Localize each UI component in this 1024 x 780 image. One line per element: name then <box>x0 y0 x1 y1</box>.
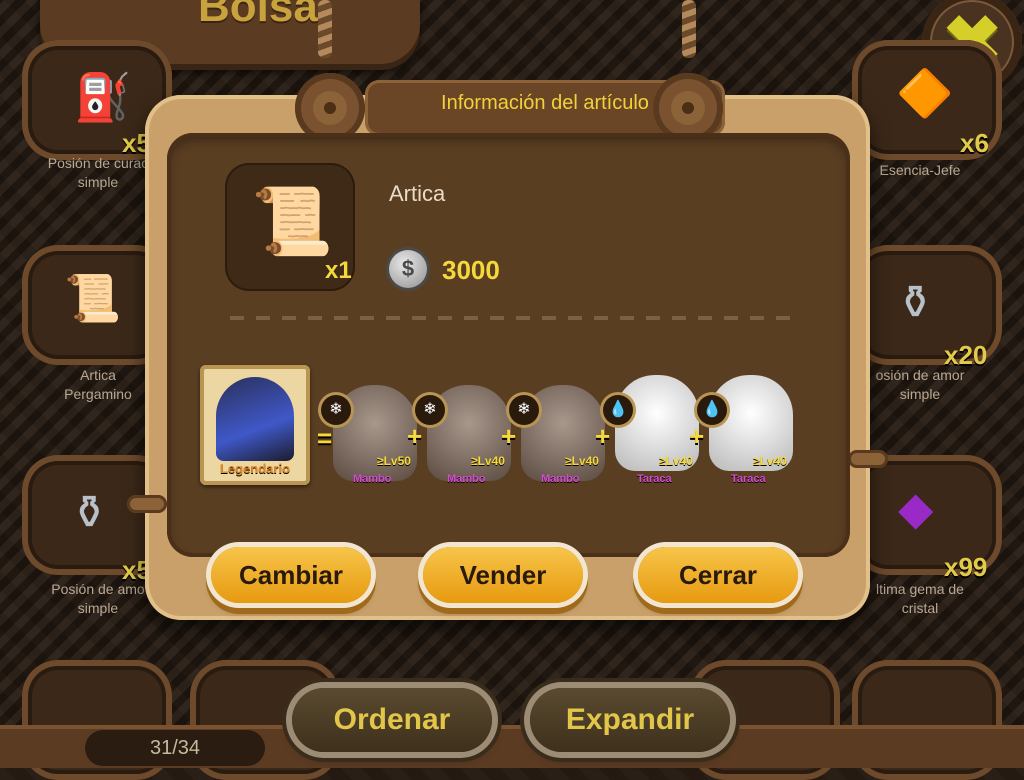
side-latch <box>848 450 888 468</box>
ingredient-level: ≥Lv50 <box>377 454 411 468</box>
item-quantity: x1 <box>325 257 352 284</box>
ingredient-level: ≥Lv40 <box>659 454 693 468</box>
item-name: Artica <box>389 181 446 206</box>
potion-lantern-icon: ⛽ <box>74 71 132 123</box>
plus-sign: + <box>595 421 611 451</box>
purple-gem-icon: ◆ <box>898 482 934 534</box>
inventory-counter: 31/34 <box>85 730 265 766</box>
slot-label-text: Artica Pergamino <box>64 367 132 402</box>
sell-button[interactable]: Vender <box>423 547 583 603</box>
slot-label-text: Posión de amo simple <box>51 581 145 616</box>
side-latch <box>127 495 167 513</box>
change-button[interactable]: Cambiar <box>211 547 371 603</box>
slot-count: x6 <box>960 128 989 158</box>
plus-sign: + <box>689 421 705 451</box>
ingredient-name: Mambo <box>353 473 392 485</box>
close-modal-button[interactable]: Cerrar <box>638 547 798 603</box>
essence-icon: 🔶 <box>896 67 954 119</box>
page-title: Bolsa <box>198 0 318 31</box>
equals-sign: = <box>317 423 333 453</box>
water-drop-icon: 💧 <box>697 395 727 425</box>
slot-count: x99 <box>944 552 988 582</box>
rope <box>318 0 332 58</box>
sort-button[interactable]: Ordenar <box>292 688 492 752</box>
ingredient-name: Mambo <box>541 473 580 485</box>
item-info-modal: Información del artículo 📜 x1 Artica $ 3… <box>127 73 888 620</box>
plus-sign: + <box>407 421 423 451</box>
slot-label-text: Posión de curac simple <box>47 155 149 190</box>
plus-sign: + <box>501 421 517 451</box>
item-price: 3000 <box>442 255 500 285</box>
snowflake-icon: ❄ <box>415 395 445 425</box>
anvil-potion-icon: ⚱ <box>70 486 109 538</box>
expand-button[interactable]: Expandir <box>530 688 730 752</box>
legendary-dragon-art <box>216 377 294 461</box>
slot-label-text: ltima gema de cristal <box>876 581 964 616</box>
anvil-potion-icon: ⚱ <box>896 276 935 328</box>
scroll-icon: 📜 <box>251 184 334 258</box>
legendary-label: Legendario <box>219 461 291 476</box>
ingredient-name: Taraca <box>637 473 672 485</box>
snowflake-icon: ❄ <box>321 395 351 425</box>
snowflake-icon: ❄ <box>509 395 539 425</box>
water-drop-icon: 💧 <box>603 395 633 425</box>
ingredient-level: ≥Lv40 <box>471 454 505 468</box>
ingredient-name: Mambo <box>447 473 486 485</box>
slot-label-text: osión de amor simple <box>875 367 965 402</box>
rope <box>682 0 696 58</box>
divider <box>230 316 800 320</box>
silver-coin-icon: $ <box>389 250 427 288</box>
ingredient-level: ≥Lv40 <box>565 454 599 468</box>
scroll-icon: 📜 <box>64 272 122 324</box>
slot-label-text: Esencia-Jefe <box>879 162 961 178</box>
legendary-result-card[interactable]: Legendario <box>200 365 310 485</box>
ingredient-level: ≥Lv40 <box>753 454 787 468</box>
ingredient-name: Taraca <box>731 473 766 485</box>
